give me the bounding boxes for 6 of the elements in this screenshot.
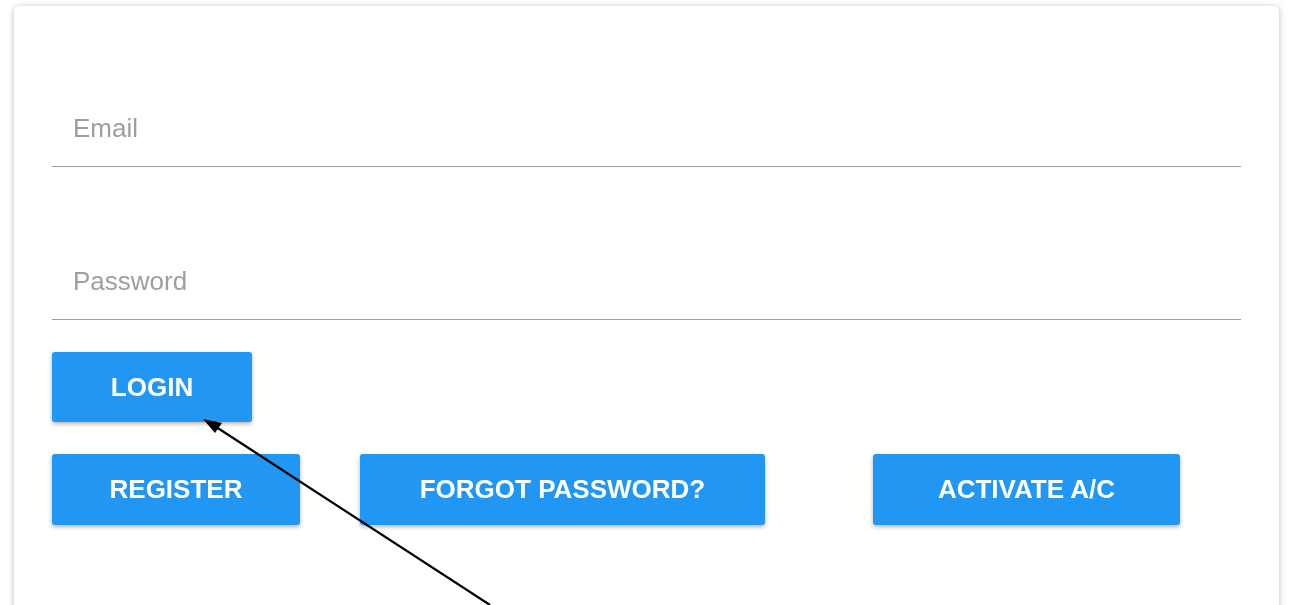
input-field[interactable]: Email bbox=[52, 90, 1241, 167]
action-button[interactable]: ACTIVATE A/C bbox=[873, 454, 1180, 525]
action-button[interactable]: REGISTER bbox=[52, 454, 300, 525]
action-button[interactable]: FORGOT PASSWORD? bbox=[360, 454, 765, 525]
input-field[interactable]: Password bbox=[52, 243, 1241, 320]
login-button[interactable]: LOGIN bbox=[52, 352, 252, 422]
